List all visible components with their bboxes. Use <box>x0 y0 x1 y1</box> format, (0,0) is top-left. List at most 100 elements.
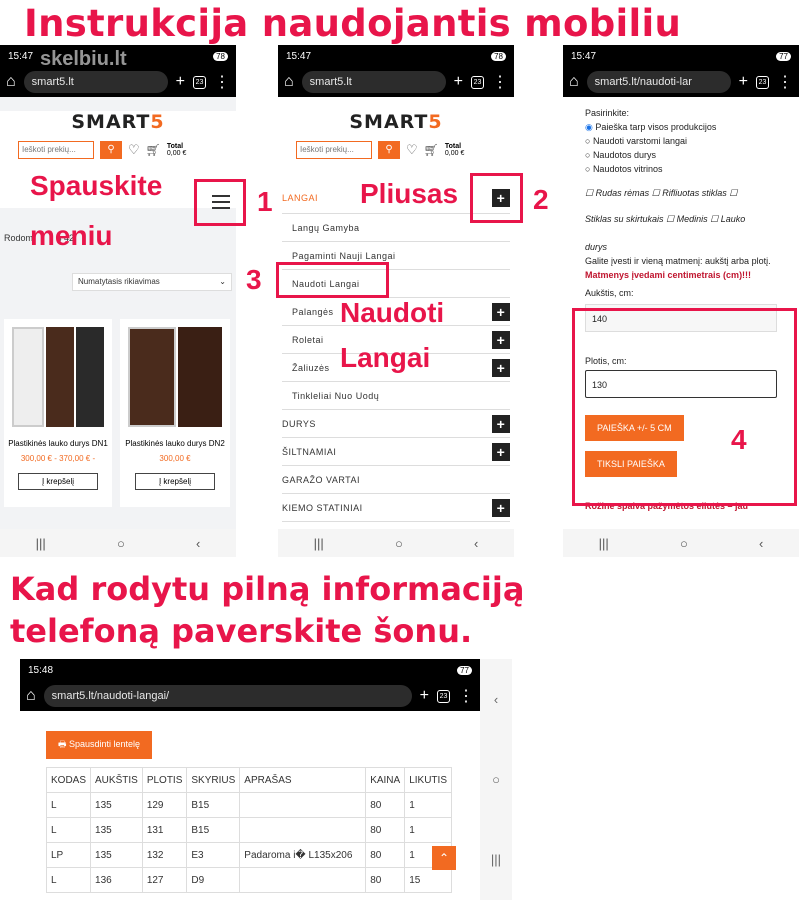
address-bar: ⌂ smart5.lt/naudoti-lar +23 ⋮ <box>563 67 799 97</box>
home-circle-icon[interactable]: ○ <box>680 536 688 551</box>
url-text: smart5.lt <box>309 76 352 88</box>
url-field[interactable]: smart5.lt/naudoti-langai/ <box>43 685 412 707</box>
bottom-heading-2: telefoną paverskite šonu. <box>10 612 473 650</box>
smart5-logo[interactable]: SMART5 <box>0 111 236 133</box>
table-cell: Padaroma i� L135x206 <box>239 842 367 868</box>
cart-icon[interactable]: 🛒︎ <box>424 143 439 157</box>
checkbox[interactable]: ☐ <box>585 188 593 198</box>
address-bar: ⌂ smart5.lt +23 ⋮ <box>0 67 236 97</box>
tabs-icon[interactable]: 23 <box>471 75 484 89</box>
menu-dots-icon[interactable]: ⋮ <box>777 72 793 92</box>
table-cell: 1 <box>404 817 452 843</box>
radio-option[interactable]: ◉ Paieška tarp visos produkcijos <box>585 120 777 134</box>
recent-apps-icon[interactable]: ||| <box>36 536 46 551</box>
checkbox[interactable]: ☐ <box>729 188 737 198</box>
home-icon[interactable]: ⌂ <box>26 687 36 705</box>
home-circle-icon[interactable]: ○ <box>395 536 403 551</box>
menu-label: LANGAI <box>282 192 319 203</box>
menu-dots-icon[interactable]: ⋮ <box>214 72 230 92</box>
menu-item[interactable]: ŠILTNAMIAI + <box>282 438 510 466</box>
menu-item[interactable]: KIEMO STATINIAI + <box>282 494 510 522</box>
radio-option[interactable]: ○ Naudotos durys <box>585 148 777 162</box>
new-tab-icon[interactable]: + <box>739 73 748 91</box>
home-icon[interactable]: ⌂ <box>6 73 16 91</box>
search-input[interactable]: Ieškoti prekių... <box>296 141 372 159</box>
checkbox[interactable]: ☐ <box>710 214 718 224</box>
menu-item[interactable]: GARAŽO VARTAI <box>282 466 510 494</box>
search-button[interactable]: ⚲ <box>100 141 122 159</box>
cart-icon[interactable]: 🛒︎ <box>146 143 161 157</box>
status-bar: 15:47 77 <box>563 45 799 67</box>
radio-option[interactable]: ○ Naudoti varstomi langai <box>585 134 777 148</box>
recent-apps-icon[interactable]: ||| <box>599 536 609 551</box>
plus-icon[interactable]: + <box>492 358 510 377</box>
showing-start: Rodom <box>4 233 34 243</box>
tabs-icon[interactable]: 23 <box>437 689 450 703</box>
url-field[interactable]: smart5.lt <box>301 71 446 93</box>
sort-select[interactable]: Numatytasis rikiavimas ⌄ <box>72 273 232 291</box>
tabs-icon[interactable]: 23 <box>756 75 769 89</box>
add-to-cart-button[interactable]: Į krepšelį <box>135 473 215 490</box>
menu-label: KIEMO STATINIAI <box>282 502 363 513</box>
address-bar: ⌂ smart5.lt/naudoti-langai/ +23 ⋮ <box>20 681 480 711</box>
home-circle-icon[interactable]: ○ <box>492 772 500 787</box>
plus-icon[interactable]: + <box>492 498 510 517</box>
header-cell: KODAS <box>45 767 92 793</box>
checkbox[interactable]: ☐ <box>666 214 674 224</box>
url-field[interactable]: smart5.lt <box>23 71 168 93</box>
checkbox[interactable]: ☐ <box>652 188 660 198</box>
back-icon[interactable]: ‹ <box>474 536 478 551</box>
highlight-box-2 <box>470 173 523 223</box>
new-tab-icon[interactable]: + <box>176 73 185 91</box>
new-tab-icon[interactable]: + <box>454 73 463 91</box>
product-price: 300,00 € <box>159 454 191 463</box>
watermark: skelbiu.lt <box>40 48 127 70</box>
add-to-cart-button[interactable]: Į krepšelį <box>18 473 98 490</box>
plus-icon[interactable]: + <box>492 330 510 349</box>
menu-item[interactable]: DURYS + <box>282 410 510 438</box>
menu-label: Tinkleliai Nuo Uodų <box>292 390 380 401</box>
home-circle-icon[interactable]: ○ <box>117 536 125 551</box>
menu-dots-icon[interactable]: ⋮ <box>492 72 508 92</box>
recent-apps-icon[interactable]: ||| <box>314 536 324 551</box>
table-cell: L <box>45 867 92 893</box>
product-card[interactable]: Plastikinės lauko durys DN1 300,00 € - 3… <box>4 319 112 507</box>
chevron-down-icon: ⌄ <box>219 277 226 286</box>
search-button[interactable]: ⚲ <box>378 141 400 159</box>
home-icon[interactable]: ⌂ <box>569 73 579 91</box>
recent-apps-icon[interactable]: ||| <box>491 852 501 867</box>
back-icon[interactable]: ‹ <box>196 536 200 551</box>
print-table-button[interactable]: 🖶 Spausdinti lentelę <box>46 731 153 759</box>
wishlist-icon[interactable]: ♡ <box>406 142 418 158</box>
table-row: L 135 129 B15 80 1 <box>45 792 452 818</box>
menu-item[interactable]: Tinkleliai Nuo Uodų <box>282 382 510 410</box>
product-name[interactable]: Plastikinės lauko durys DN1 <box>4 439 112 448</box>
radio-option[interactable]: ○ Naudotos vitrinos <box>585 162 777 176</box>
url-text: smart5.lt <box>31 76 74 88</box>
url-field[interactable]: smart5.lt/naudoti-lar <box>586 71 731 93</box>
smart5-logo[interactable]: SMART5 <box>278 111 514 133</box>
back-icon[interactable]: ‹ <box>759 536 763 551</box>
scroll-top-button[interactable]: ⌃ <box>432 846 456 870</box>
battery-badge: 78 <box>213 51 228 61</box>
tabs-icon[interactable]: 23 <box>193 75 206 89</box>
total-value: 0,00 € <box>166 150 187 157</box>
table-cell: D9 <box>186 867 241 893</box>
plus-icon[interactable]: + <box>492 442 510 461</box>
wishlist-icon[interactable]: ♡ <box>128 142 140 158</box>
plus-icon[interactable]: + <box>492 414 510 433</box>
plus-icon[interactable]: + <box>492 302 510 321</box>
menu-dots-icon[interactable]: ⋮ <box>458 686 474 706</box>
menu-label: Langų Gamyba <box>292 222 360 233</box>
product-card[interactable]: Plastikinės lauko durys DN2 300,00 € Į k… <box>120 319 230 507</box>
new-tab-icon[interactable]: + <box>420 687 429 705</box>
back-icon[interactable]: ‹ <box>494 692 498 707</box>
search-input[interactable]: Ieškoti prekių... <box>18 141 94 159</box>
android-navbar: ||| ○ ‹ <box>563 529 799 557</box>
home-icon[interactable]: ⌂ <box>284 73 294 91</box>
print-label: Spausdinti lentelę <box>69 739 141 749</box>
product-name[interactable]: Plastikinės lauko durys DN2 <box>120 439 230 448</box>
menu-label: DURYS <box>282 418 316 429</box>
battery-badge: 77 <box>457 665 472 675</box>
address-bar: ⌂ smart5.lt +23 ⋮ <box>278 67 514 97</box>
